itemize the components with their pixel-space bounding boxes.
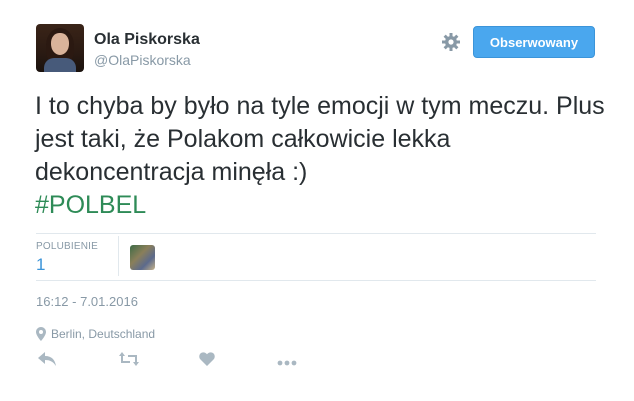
likes-label: POLUBIENIE xyxy=(36,241,99,252)
location-label: Berlin, Deutschland xyxy=(51,327,156,341)
following-button[interactable]: Obserwowany xyxy=(473,26,595,58)
tweet-location[interactable]: Berlin, Deutschland xyxy=(36,327,155,341)
user-name[interactable]: Ola Piskorska xyxy=(94,31,200,49)
likes-count[interactable]: 1 xyxy=(36,255,45,275)
tweet-text: I to chyba by było na tyle emocji w tym … xyxy=(35,90,605,222)
retweet-icon[interactable] xyxy=(118,352,140,372)
avatar-body xyxy=(44,58,76,72)
reply-icon[interactable] xyxy=(36,352,58,372)
liker-avatar[interactable] xyxy=(130,245,155,270)
stats-separator xyxy=(118,236,119,276)
tweet-body: I to chyba by było na tyle emocji w tym … xyxy=(35,92,605,186)
more-icon[interactable] xyxy=(276,352,298,372)
hashtag-link[interactable]: #POLBEL xyxy=(35,189,605,222)
divider xyxy=(36,233,596,234)
heart-icon[interactable] xyxy=(196,352,218,372)
user-avatar[interactable] xyxy=(36,24,84,72)
location-pin-icon xyxy=(36,327,46,341)
tweet-timestamp[interactable]: 16:12 - 7.01.2016 xyxy=(36,294,138,309)
user-handle[interactable]: @OlaPiskorska xyxy=(94,52,191,68)
avatar-face xyxy=(51,33,69,55)
gear-icon[interactable] xyxy=(440,32,462,54)
divider xyxy=(36,280,596,281)
